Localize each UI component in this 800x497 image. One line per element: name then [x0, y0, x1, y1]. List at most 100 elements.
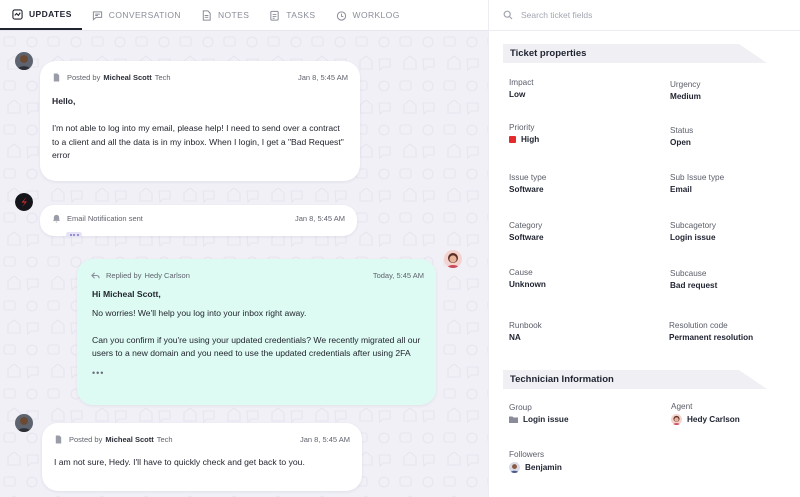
- field-subcategory[interactable]: Subcagetory Login issue: [670, 221, 716, 242]
- reply-card: Replied by Hedy Carlson Today, 5:45 AM H…: [77, 259, 436, 405]
- document-icon: [53, 73, 60, 82]
- folder-icon: [509, 416, 518, 423]
- tab-updates[interactable]: UPDATES: [0, 0, 82, 30]
- reply-time: Today, 5:45 AM: [372, 271, 424, 280]
- field-category[interactable]: Category Software: [509, 221, 544, 242]
- field-value: Software: [509, 233, 544, 242]
- field-subcause[interactable]: Subcause Bad request: [670, 269, 717, 290]
- message-body: I am not sure, Hedy. I'll have to quickl…: [54, 456, 348, 470]
- message-card: Posted by Micheal Scott Tech Jan 8, 5:45…: [40, 61, 360, 181]
- field-value: Open: [670, 138, 691, 147]
- notification-time: Jan 8, 5:45 AM: [294, 214, 345, 223]
- field-cause[interactable]: Cause Unknown: [509, 268, 546, 289]
- group-value: Login issue: [523, 415, 569, 424]
- field-value: High: [509, 135, 539, 144]
- tab-conversation[interactable]: CONVERSATION: [82, 0, 191, 30]
- field-label: Urgency: [670, 80, 701, 89]
- field-label: Status: [670, 126, 694, 135]
- field-urgency[interactable]: Urgency Medium: [670, 80, 701, 101]
- tab-conversation-label: CONVERSATION: [108, 10, 181, 20]
- field-sub-issue-type[interactable]: Sub Issue type Email: [670, 173, 724, 194]
- brand-logo-icon: [15, 193, 33, 211]
- person-avatar-icon: [15, 414, 33, 432]
- author-name[interactable]: Micheal Scott: [103, 73, 151, 82]
- field-value: Email: [670, 185, 692, 194]
- tab-tasks[interactable]: TASKS: [259, 0, 325, 30]
- field-label: Resolution code: [669, 321, 728, 330]
- message-body: Hello, I'm not able to log into my email…: [52, 95, 346, 163]
- field-issue-type[interactable]: Issue type Software: [509, 173, 546, 194]
- notification-meta: Email Notifiication sent Jan 8, 5:45 AM: [52, 214, 345, 223]
- notes-icon: [202, 9, 211, 21]
- message-text: I'm not able to log into my email, pleas…: [52, 123, 344, 161]
- tab-worklog-label: WORKLOG: [352, 10, 400, 20]
- field-value: Permanent resolution: [669, 333, 754, 342]
- message-time: Jan 8, 5:45 AM: [299, 435, 350, 444]
- reply-meta: Replied by Hedy Carlson Today, 5:45 AM: [91, 271, 424, 280]
- bell-icon: [52, 214, 61, 223]
- tab-notes[interactable]: NOTES: [191, 0, 259, 30]
- field-runbook[interactable]: Runbook NA: [509, 321, 542, 342]
- agent-value: Hedy Carlson: [687, 415, 740, 424]
- reply-icon: [91, 272, 100, 279]
- tasks-icon: [270, 10, 279, 21]
- field-label: Subcagetory: [670, 221, 716, 230]
- notification-card: Email Notifiication sent Jan 8, 5:45 AM: [40, 205, 357, 237]
- avatar-hedy-carlson[interactable]: [444, 250, 462, 268]
- field-label: Sub Issue type: [670, 173, 725, 182]
- field-value: Software: [509, 185, 544, 194]
- notification-text: Email Notifiication sent: [67, 214, 143, 223]
- search-bar[interactable]: Search ticket fields: [489, 0, 800, 31]
- message-text: I am not sure, Hedy. I'll have to quickl…: [54, 457, 305, 467]
- search-icon: [503, 10, 513, 20]
- field-value: Hedy Carlson: [671, 414, 740, 425]
- more-dots-icon[interactable]: [66, 232, 82, 237]
- reply-text-1: No worries! We'll help you log into your…: [92, 307, 307, 318]
- tab-notes-label: NOTES: [217, 10, 250, 20]
- author-name[interactable]: Micheal Scott: [105, 435, 153, 444]
- technician-info-heading: Technician Information: [503, 370, 767, 389]
- message-greeting: Hello,: [52, 96, 76, 106]
- brand-logo: [15, 193, 33, 211]
- tab-worklog[interactable]: WORKLOG: [326, 0, 410, 30]
- field-label: Cause: [509, 268, 533, 277]
- reply-body: Hi Micheal Scott, No worries! We'll help…: [92, 288, 422, 381]
- avatar-micheal-scott[interactable]: [15, 414, 33, 432]
- field-impact[interactable]: Impact Low: [509, 78, 534, 99]
- field-value: Medium: [670, 92, 701, 101]
- field-followers[interactable]: Followers Benjamin: [509, 450, 562, 473]
- reply-greeting: Hi Micheal Scott,: [92, 289, 161, 299]
- reply-author[interactable]: Hedy Carlson: [144, 271, 189, 280]
- field-label: Category: [509, 221, 543, 230]
- field-value: Login issue: [670, 233, 716, 242]
- field-value: NA: [509, 333, 521, 342]
- message-meta: Posted by Micheal Scott Tech Jan 8, 5:45…: [54, 435, 350, 444]
- person-avatar-icon: [15, 52, 33, 70]
- field-priority[interactable]: Priority High: [509, 123, 539, 144]
- tab-tasks-label: TASKS: [286, 10, 316, 20]
- posted-prefix: Posted by: [69, 435, 103, 444]
- more-dots-icon[interactable]: •••: [92, 367, 422, 381]
- tab-bar: UPDATES CONVERSATION NOTES TASKS WORKLOG: [0, 0, 488, 31]
- field-group[interactable]: Group Login issue: [509, 403, 569, 424]
- message-meta: Posted by Micheal Scott Tech Jan 8, 5:45…: [52, 73, 348, 82]
- agent-avatar: [671, 414, 682, 425]
- priority-value: High: [521, 135, 540, 144]
- field-resolution-code[interactable]: Resolution code Permanent resolution: [669, 321, 753, 342]
- message-card: Posted by Micheal Scott Tech Jan 8, 5:45…: [42, 423, 362, 491]
- ticket-properties-heading: Ticket properties: [503, 44, 767, 63]
- person-avatar-icon: [671, 414, 682, 425]
- followers-value: Benjamin: [525, 463, 562, 472]
- field-status[interactable]: Status Open: [670, 126, 693, 147]
- search-input[interactable]: Search ticket fields: [521, 10, 592, 20]
- field-label: Impact: [509, 78, 534, 87]
- field-agent[interactable]: Agent Hedy Carlson: [671, 402, 740, 425]
- field-value: Unknown: [509, 280, 546, 289]
- follower-avatar: [509, 462, 520, 473]
- timeline-panel: UPDATES CONVERSATION NOTES TASKS WORKLOG…: [0, 0, 488, 497]
- field-value: Login issue: [509, 415, 569, 424]
- updates-icon: [12, 8, 23, 20]
- field-value: Bad request: [670, 281, 718, 290]
- avatar-micheal-scott[interactable]: [15, 52, 33, 70]
- field-value: Benjamin: [509, 462, 562, 473]
